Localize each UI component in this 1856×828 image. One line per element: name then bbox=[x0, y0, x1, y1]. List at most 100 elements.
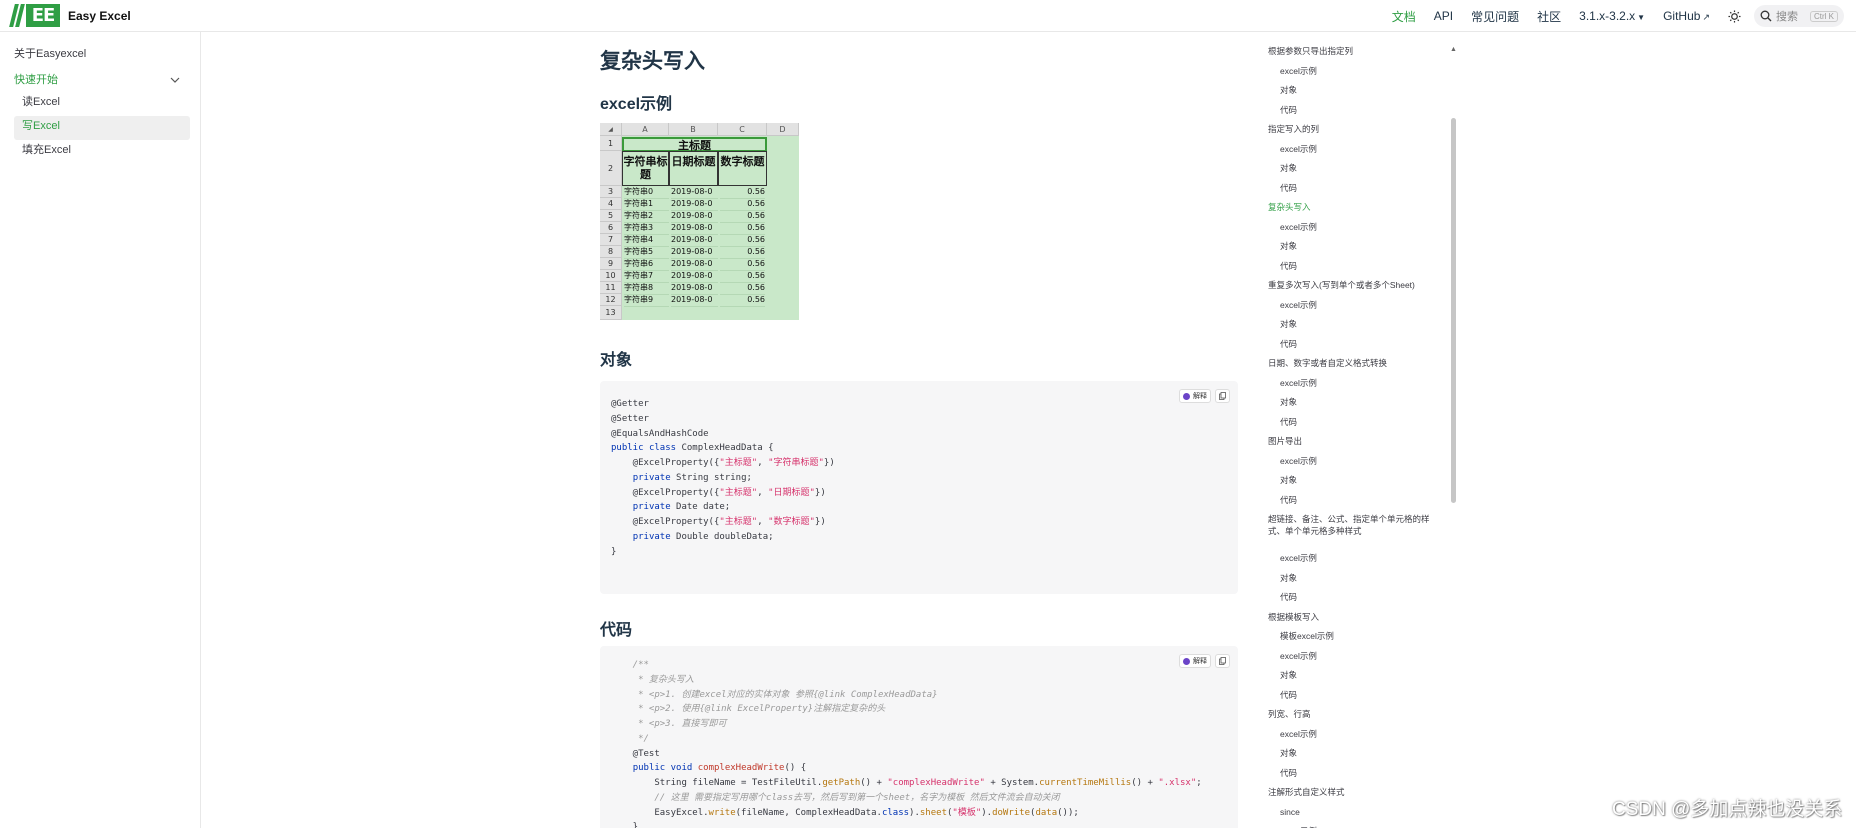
sidebar-item-write-excel[interactable]: 写Excel bbox=[14, 116, 190, 140]
chevron-down-icon bbox=[170, 77, 180, 83]
version-label: 3.1.x-3.2.x bbox=[1579, 9, 1636, 23]
nav-docs[interactable]: 文档 bbox=[1392, 8, 1416, 25]
search-button[interactable]: 搜索 Ctrl K bbox=[1754, 5, 1844, 27]
excel-row-header: 3 bbox=[600, 186, 622, 198]
outline-subitem[interactable]: excel示例 bbox=[1268, 725, 1446, 745]
explain-label: 解释 bbox=[1193, 658, 1207, 665]
outline-subitem[interactable]: 代码 bbox=[1268, 101, 1446, 121]
excel-sub-header: 日期标题 bbox=[669, 151, 718, 186]
outline-item[interactable]: 超链接、备注、公式、指定单个单元格的样式、单个单元格多种样式 bbox=[1268, 510, 1446, 549]
outline-subitem[interactable]: 对象 bbox=[1268, 471, 1446, 491]
sidebar-item-about[interactable]: 关于Easyexcel bbox=[0, 44, 200, 68]
outline-subitem[interactable]: 对象 bbox=[1268, 569, 1446, 589]
outline-item[interactable]: 日期、数字或者自定义格式转换 bbox=[1268, 354, 1446, 374]
excel-row-header: 11 bbox=[600, 282, 622, 294]
chevron-down-icon: ▼ bbox=[1637, 13, 1646, 22]
outline-subitem[interactable]: 对象 bbox=[1268, 744, 1446, 764]
outline-subitem[interactable]: excel示例 bbox=[1268, 452, 1446, 472]
version-dropdown[interactable]: 3.1.x-3.2.x ▼ bbox=[1579, 9, 1645, 23]
outline-subitem[interactable]: 模板excel示例 bbox=[1268, 627, 1446, 647]
outline-subitem[interactable]: 对象 bbox=[1268, 393, 1446, 413]
ai-icon bbox=[1183, 392, 1190, 400]
outline-item[interactable]: 注解形式自定义样式 bbox=[1268, 783, 1446, 803]
excel-cell: 0.56 bbox=[720, 294, 765, 307]
nav-api[interactable]: API bbox=[1434, 9, 1453, 23]
object-code-text: @Getter @Setter @EqualsAndHashCode publi… bbox=[611, 399, 835, 557]
search-placeholder: 搜索 bbox=[1776, 11, 1798, 23]
watermark: CSDN @多加点辣也没关系 bbox=[1612, 799, 1843, 820]
sidebar-item-read-excel[interactable]: 读Excel bbox=[14, 92, 190, 116]
page-title: 复杂头写入 bbox=[600, 50, 705, 73]
outline-subitem[interactable]: 对象 bbox=[1268, 81, 1446, 101]
outline-subitem[interactable]: 对象 bbox=[1268, 666, 1446, 686]
outline-scrollbar[interactable]: ▲ bbox=[1450, 46, 1457, 828]
theme-toggle-button[interactable] bbox=[1726, 8, 1742, 24]
brand-name: Easy Excel bbox=[68, 8, 131, 23]
outline-item[interactable]: 列宽、行高 bbox=[1268, 705, 1446, 725]
outline-subitem[interactable]: 代码 bbox=[1268, 335, 1446, 355]
object-code-block: 解释 @Getter @Setter @EqualsAndHashCode pu… bbox=[600, 381, 1238, 594]
outline-subitem[interactable]: 代码 bbox=[1268, 764, 1446, 784]
excel-cell: 2019-08-0 bbox=[671, 294, 718, 307]
outline-subitem[interactable]: 代码 bbox=[1268, 257, 1446, 277]
outline-item[interactable]: 根据模板写入 bbox=[1268, 608, 1446, 628]
site-logo[interactable]: EE Easy Excel bbox=[9, 4, 131, 27]
outline-subitem[interactable]: 代码 bbox=[1268, 588, 1446, 608]
outline-subitem[interactable]: excel示例 bbox=[1268, 374, 1446, 394]
excel-row-header: 10 bbox=[600, 270, 622, 282]
outline-subitem[interactable]: excel示例 bbox=[1268, 822, 1446, 828]
copy-button[interactable] bbox=[1215, 389, 1230, 403]
outline-subitem[interactable]: excel示例 bbox=[1268, 62, 1446, 82]
sidebar-section-quickstart[interactable]: 快速开始 bbox=[0, 68, 200, 92]
outline-item[interactable]: 根据参数只导出指定列 bbox=[1268, 42, 1446, 62]
outline-subitem[interactable]: 对象 bbox=[1268, 237, 1446, 257]
outline-subitem[interactable]: excel示例 bbox=[1268, 296, 1446, 316]
ai-icon bbox=[1183, 657, 1190, 665]
external-link-icon: ↗ bbox=[1702, 12, 1710, 22]
excel-row-header: 4 bbox=[600, 198, 622, 210]
outline-subitem[interactable]: 代码 bbox=[1268, 413, 1446, 433]
explain-button[interactable]: 解释 bbox=[1179, 654, 1211, 668]
scroll-up-arrow-icon[interactable]: ▲ bbox=[1450, 46, 1457, 53]
outline-subitem[interactable]: 代码 bbox=[1268, 491, 1446, 511]
search-icon bbox=[1760, 10, 1772, 22]
outline-subitem[interactable]: since bbox=[1268, 803, 1446, 823]
outline-item[interactable]: 重复多次写入(写到单个或者多个Sheet) bbox=[1268, 276, 1446, 296]
outline-item[interactable]: 图片导出 bbox=[1268, 432, 1446, 452]
outline-subitem[interactable]: excel示例 bbox=[1268, 647, 1446, 667]
explain-button[interactable]: 解释 bbox=[1179, 389, 1211, 403]
excel-cell: 字符串9 bbox=[624, 294, 669, 307]
nav-community[interactable]: 社区 bbox=[1537, 8, 1561, 25]
nav-links: 文档 API 常见问题 社区 3.1.x-3.2.x ▼ GitHub ↗ 搜索 C… bbox=[1374, 0, 1856, 32]
nav-faq[interactable]: 常见问题 bbox=[1471, 8, 1519, 25]
scroll-thumb[interactable] bbox=[1451, 118, 1456, 503]
outline-subitem[interactable]: 代码 bbox=[1268, 686, 1446, 706]
outline-subitem[interactable]: 代码 bbox=[1268, 179, 1446, 199]
excel-row-header: 13 bbox=[600, 306, 622, 320]
copy-icon bbox=[1219, 657, 1226, 665]
excel-row-header: 12 bbox=[600, 294, 622, 306]
outline-subitem[interactable]: 对象 bbox=[1268, 159, 1446, 179]
outline-subitem[interactable]: 对象 bbox=[1268, 315, 1446, 335]
excel-sub-header: 字符串标题 bbox=[622, 151, 669, 186]
outline-subitem[interactable]: excel示例 bbox=[1268, 218, 1446, 238]
page-outline: 根据参数只导出指定列 excel示例 对象 代码 指定写入的列 excel示例 对象 代码 复杂… bbox=[1268, 42, 1446, 828]
copy-icon bbox=[1219, 392, 1226, 400]
excel-col-header: D bbox=[767, 123, 799, 136]
outline-subitem[interactable]: excel示例 bbox=[1268, 549, 1446, 569]
excel-row-header: 7 bbox=[600, 234, 622, 246]
sidebar-item-fill-excel[interactable]: 填充Excel bbox=[14, 140, 190, 164]
outline-item[interactable]: 指定写入的列 bbox=[1268, 120, 1446, 140]
excel-row-header: 2 bbox=[600, 151, 622, 186]
excel-corner: ◢ bbox=[600, 123, 622, 136]
excel-row-header: 6 bbox=[600, 222, 622, 234]
top-nav: EE Easy Excel 文档 API 常见问题 社区 3.1.x-3.2.x… bbox=[0, 0, 1856, 32]
outline-subitem[interactable]: excel示例 bbox=[1268, 140, 1446, 160]
nav-github[interactable]: GitHub ↗ bbox=[1663, 9, 1710, 23]
outline-item[interactable]: 复杂头写入 bbox=[1268, 198, 1446, 218]
excel-main-header: 主标题 bbox=[622, 137, 767, 152]
excel-col-header: A bbox=[622, 123, 669, 136]
sun-icon bbox=[1727, 9, 1741, 23]
copy-button[interactable] bbox=[1215, 654, 1230, 668]
heading-code: 代码 bbox=[600, 622, 633, 639]
